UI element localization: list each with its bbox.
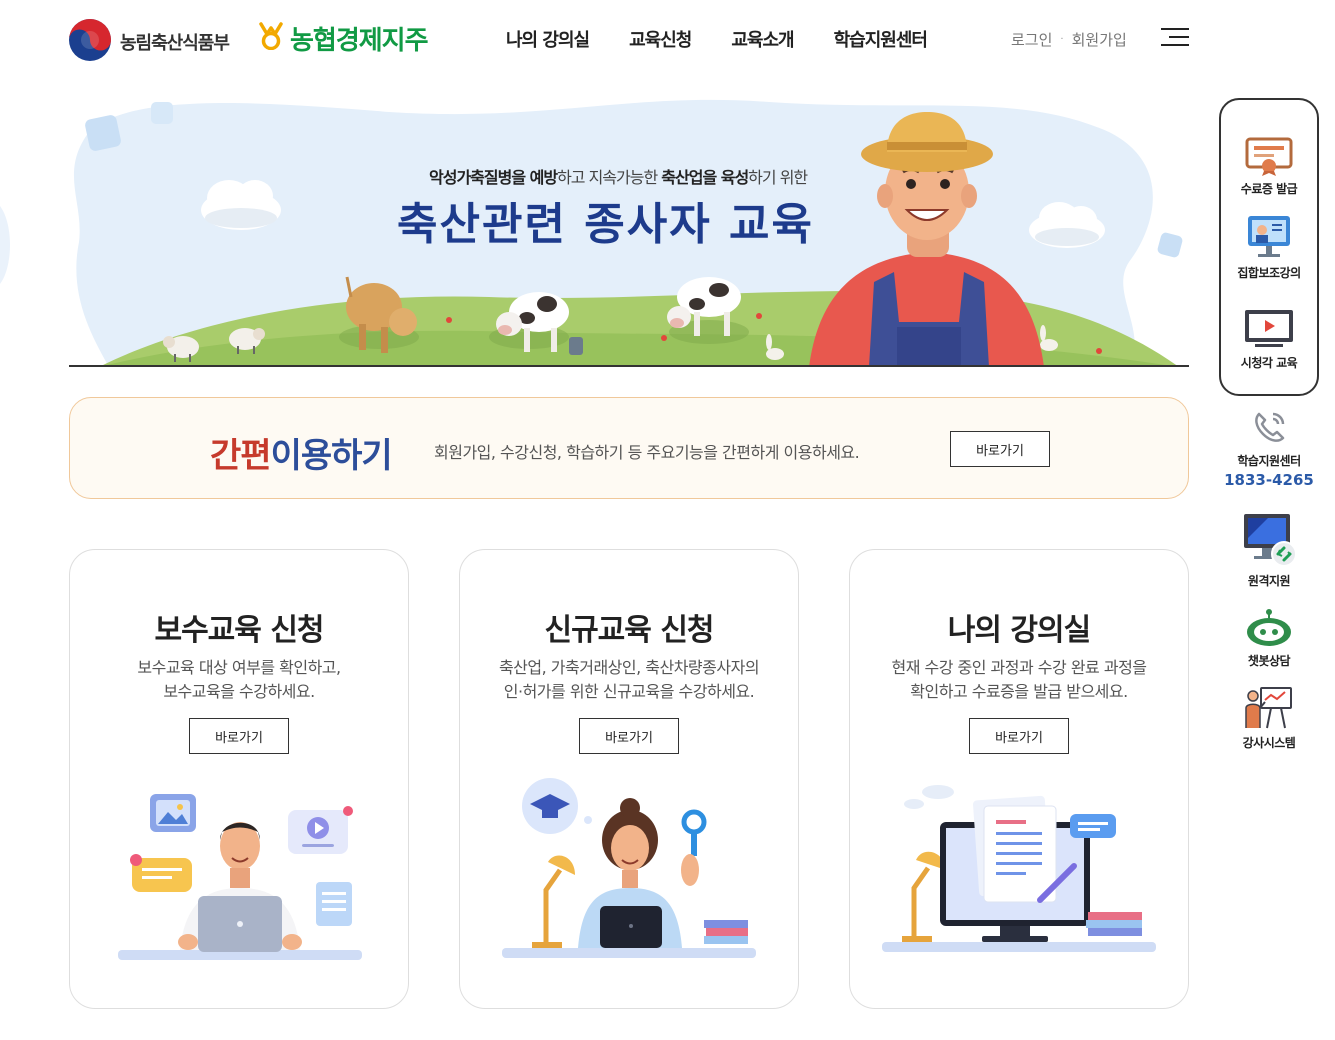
card-desc: 현재 수강 중인 과정과 수강 완료 과정을 확인하고 수료증을 발급 받으세요. (891, 658, 1147, 701)
card-desc: 축산업, 가축거래상인, 축산차량종사자의 인·허가를 위한 신규교육을 수강하세… (498, 658, 760, 701)
side-item-audiovisual[interactable]: 시청각 교육 (1221, 308, 1317, 371)
quick-use-go-button[interactable]: 바로가기 (950, 431, 1050, 467)
nh-name[interactable]: 농협경제지주 (290, 20, 429, 57)
instructor-system-label: 강사시스템 (1242, 736, 1296, 750)
card-refresher-education: 보수교육 신청 보수교육 대상 여부를 확인하고, 보수교육을 수강하세요. 바로… (69, 549, 409, 1009)
side-item-label: 시청각 교육 (1240, 356, 1298, 370)
certificate-icon (1245, 137, 1293, 176)
side-item-group-lecture[interactable]: 집합보조강의 (1221, 212, 1317, 281)
card-title: 신규교육 신청 (544, 613, 714, 648)
side-item-certificate[interactable]: 수료증 발급 (1221, 136, 1317, 197)
side-item-label: 수료증 발급 (1240, 182, 1298, 196)
card-my-classroom: 나의 강의실 현재 수강 중인 과정과 수강 완료 과정을 확인하고 수료증을 발… (849, 549, 1189, 1009)
decorative-blob (0, 200, 10, 290)
side-item-chatbot[interactable]: 챗봇상담 (1219, 608, 1319, 669)
nh-logo-icon[interactable] (258, 22, 284, 50)
instructor-icon (1245, 687, 1292, 729)
monitor-documents-illustration (882, 785, 1156, 952)
side-item-label: 집합보조강의 (1237, 266, 1301, 280)
login-link[interactable]: 로그인 (1011, 29, 1052, 50)
card-desc: 보수교육 대상 여부를 확인하고, 보수교육을 수강하세요. (137, 658, 341, 701)
nav-apply[interactable]: 교육신청 (629, 26, 692, 52)
side-item-instructor-system[interactable]: 강사시스템 (1219, 686, 1319, 751)
support-center-label: 학습지원센터 (1237, 454, 1301, 468)
korea-gov-emblem-icon[interactable] (68, 18, 112, 62)
gov-name[interactable]: 농림축산식품부 (120, 29, 230, 55)
quick-use-title: 간편이용하기 (210, 436, 393, 476)
side-quick-menu: 수료증 발급 집합보조강의 시청각 교육 (1219, 98, 1319, 396)
main-nav: 나의 강의실 교육신청 교육소개 학습지원센터 (506, 26, 928, 52)
hamburger-menu-icon[interactable] (1161, 28, 1189, 48)
side-item-support-center[interactable]: 학습지원센터 1833-4265 (1219, 408, 1319, 489)
card-title: 보수교육 신청 (154, 613, 324, 648)
banner-subtitle: 악성가축질병을 예방하고 지속가능한 축산업을 육성하기 위한 (429, 168, 808, 187)
signup-link[interactable]: 회원가입 (1072, 29, 1127, 50)
nav-support-center[interactable]: 학습지원센터 (834, 26, 928, 52)
nav-intro[interactable]: 교육소개 (731, 26, 794, 52)
quick-use-bar: 간편이용하기 회원가입, 수강신청, 학습하기 등 주요기능을 간편하게 이용하… (69, 397, 1189, 499)
quick-use-desc: 회원가입, 수강신청, 학습하기 등 주요기능을 간편하게 이용하세요. (434, 443, 860, 462)
util-separator: · (1060, 34, 1064, 45)
card-refresher-go-button[interactable]: 바로가기 (189, 718, 289, 754)
card-classroom-go-button[interactable]: 바로가기 (969, 718, 1069, 754)
card-title: 나의 강의실 (947, 613, 1091, 648)
util-links: 로그인 · 회원가입 (1011, 29, 1127, 50)
card-new-go-button[interactable]: 바로가기 (579, 718, 679, 754)
side-item-remote-support[interactable]: 원격지원 (1219, 510, 1319, 589)
video-monitor-icon (1245, 310, 1293, 347)
nav-my-classroom[interactable]: 나의 강의실 (506, 26, 590, 52)
phone-icon (1255, 412, 1285, 442)
support-phone-number: 1833-4265 (1224, 471, 1314, 489)
site-header: 농림축산식품부 농협경제지주 나의 강의실 교육신청 교육소개 학습지원센터 로… (0, 0, 1335, 78)
main-banner: 악성가축질병을 예방하고 지속가능한 축산업을 육성하기 위한 축산관련 종사자… (69, 92, 1189, 367)
man-laptop-illustration (118, 794, 362, 960)
group-lecture-icon (1248, 216, 1290, 257)
remote-support-icon (1244, 514, 1297, 567)
woman-study-illustration (502, 778, 756, 958)
card-new-education: 신규교육 신청 축산업, 가축거래상인, 축산차량종사자의 인·허가를 위한 신규… (459, 549, 799, 1009)
chatbot-label: 챗봇상담 (1247, 654, 1291, 668)
banner-title: 축산관련 종사자 교육 (397, 199, 814, 250)
remote-support-label: 원격지원 (1247, 574, 1291, 588)
chatbot-icon (1247, 609, 1291, 646)
